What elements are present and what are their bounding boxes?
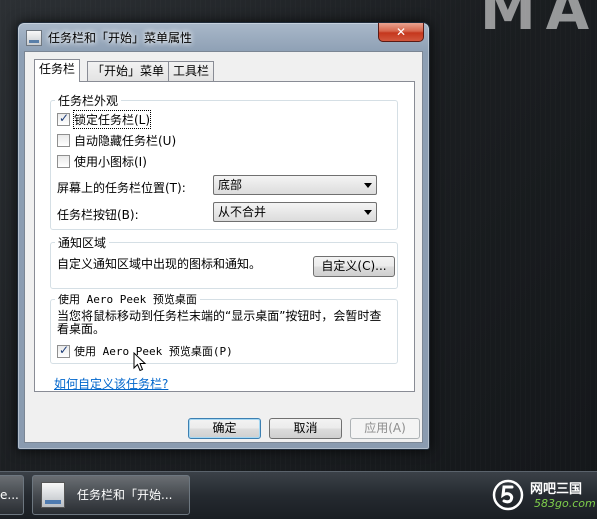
taskbar-item-properties[interactable]: 任务栏和「开始... [32,475,190,515]
taskbar-item-properties-label: 任务栏和「开始... [77,488,173,502]
aero-peek-label: 使用 Aero Peek 预览桌面(P) [74,345,233,358]
taskbar-buttons-label: 任务栏按钮(B): [57,208,139,222]
taskbar-buttons-dropdown[interactable]: 从不合并 [213,202,377,222]
taskbar-tab-panel: 任务栏外观 锁定任务栏(L) 自动隐藏任务栏(U) 使用小图标(I) 屏幕上的任… [34,81,415,392]
taskbar-properties-icon [41,482,65,508]
small-icons-checkbox[interactable]: 使用小图标(I) [57,153,147,170]
customize-button[interactable]: 自定义(C)... [313,256,395,277]
autohide-check-box[interactable] [57,134,70,147]
window-title: 任务栏和「开始」菜单属性 [48,31,193,45]
taskbar-buttons-value: 从不合并 [218,205,267,219]
watermark-name: 网吧三国 [530,482,583,497]
taskbar-location-value: 底部 [218,178,243,192]
dialog-client: 任务栏 「开始」菜单 工具栏 任务栏外观 锁定任务栏(L) 自动隐藏任务栏(U)… [24,51,423,443]
watermark-logo-icon [492,479,524,511]
tab-taskbar[interactable]: 任务栏 [34,59,81,82]
chevron-down-icon [364,210,372,215]
small-icons-label: 使用小图标(I) [74,155,147,169]
cancel-button[interactable]: 取消 [269,418,342,439]
taskbar-location-dropdown[interactable]: 底部 [213,175,377,195]
lock-taskbar-checkbox[interactable]: 锁定任务栏(L) [57,110,152,129]
tab-start-menu[interactable]: 「开始」菜单 [87,61,170,81]
aero-peek-group-title: 使用 Aero Peek 预览桌面 [55,291,200,307]
lock-taskbar-label: 锁定任务栏(L) [72,110,152,129]
taskbar-item-left[interactable]: e... [0,475,24,515]
small-icons-check-box[interactable] [57,155,70,168]
appearance-group: 任务栏外观 锁定任务栏(L) 自动隐藏任务栏(U) 使用小图标(I) 屏幕上的任… [50,92,398,230]
notification-group-title: 通知区域 [55,234,110,251]
aero-peek-description: 当您将鼠标移动到任务栏末端的“显示桌面”按钮时，会暂时查看桌面。 [57,309,382,336]
aero-peek-group: 使用 Aero Peek 预览桌面 当您将鼠标移动到任务栏末端的“显示桌面”按钮… [50,291,398,364]
autohide-checkbox[interactable]: 自动隐藏任务栏(U) [57,132,176,149]
properties-window: 任务栏和「开始」菜单属性 ✕ 任务栏 「开始」菜单 工具栏 任务栏外观 锁定任务… [17,22,430,450]
notification-area-group: 通知区域 自定义通知区域中出现的图标和通知。 自定义(C)... [50,234,398,289]
chevron-down-icon [364,183,372,188]
mouse-cursor-icon [133,352,147,372]
ok-button[interactable]: 确定 [188,418,261,439]
taskbar-item-left-label: e... [0,488,19,502]
wallpaper-text: MA [480,0,597,43]
help-link[interactable]: 如何自定义该任务栏? [54,375,168,392]
appearance-group-title: 任务栏外观 [55,92,122,109]
watermark-url: 583go.com [534,497,596,510]
tab-toolbars[interactable]: 工具栏 [168,61,215,81]
apply-button[interactable]: 应用(A) [350,418,420,439]
taskbar-location-label: 屏幕上的任务栏位置(T): [57,181,186,195]
lock-taskbar-check-box[interactable] [57,111,70,126]
taskbar-window-icon [26,30,42,46]
close-button[interactable]: ✕ [378,23,424,42]
notification-description: 自定义通知区域中出现的图标和通知。 [57,257,262,271]
autohide-label: 自动隐藏任务栏(U) [74,134,177,148]
aero-peek-check-box[interactable] [57,343,70,358]
